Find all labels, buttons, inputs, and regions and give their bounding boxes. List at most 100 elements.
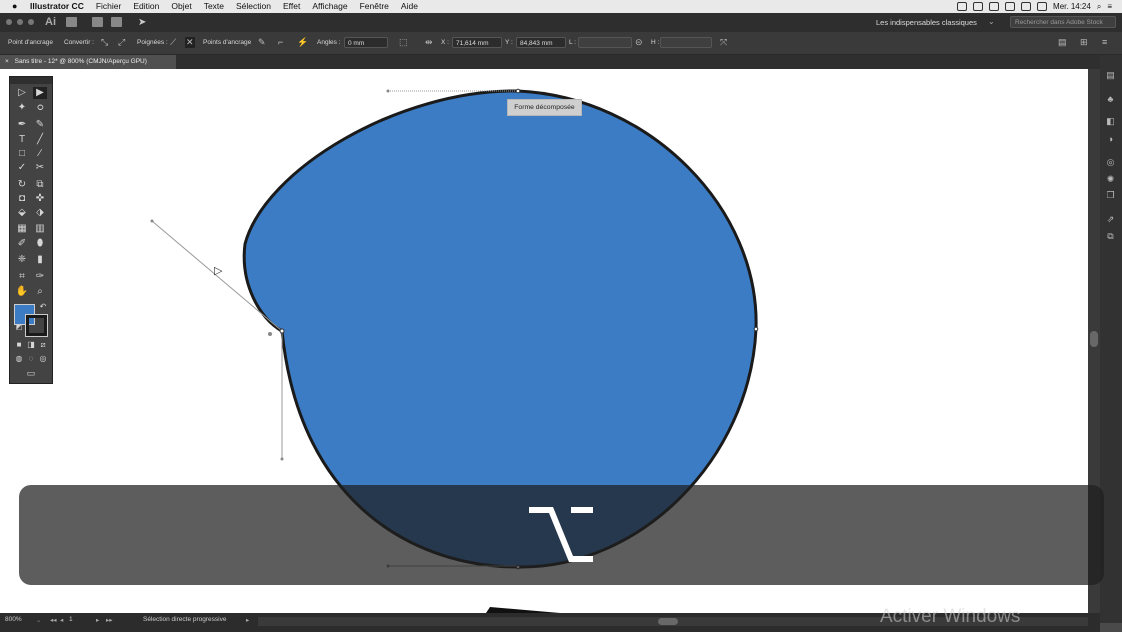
minimize-window-button[interactable] xyxy=(17,19,23,25)
arrange-documents-icon[interactable] xyxy=(111,17,122,27)
direct-selection-tool-icon[interactable]: ▶ xyxy=(33,87,47,99)
curvature-tool-icon[interactable]: ✎ xyxy=(33,119,47,131)
cloud-icon[interactable] xyxy=(973,2,984,11)
clock[interactable]: Mer. 14:24 xyxy=(1053,0,1091,13)
free-transform-tool-icon[interactable]: ✜ xyxy=(33,193,47,205)
paintbrush-tool-icon[interactable]: ∕ xyxy=(33,148,47,160)
menu-aide[interactable]: Aide xyxy=(401,0,418,13)
panel-toggle-icon[interactable]: ▤ xyxy=(1058,37,1067,48)
first-artboard-icon[interactable]: ◂◂ xyxy=(50,616,57,624)
isolate-icon[interactable]: ⤧ xyxy=(720,37,727,48)
artboard-tool-icon[interactable]: ⌗ xyxy=(15,271,29,283)
handle-point-left[interactable] xyxy=(386,89,390,93)
draw-inside-icon[interactable]: ◎ xyxy=(36,353,50,365)
rotate-tool-icon[interactable]: ↻ xyxy=(15,179,29,191)
tools-panel-grip[interactable] xyxy=(10,77,52,84)
convert-smooth-icon[interactable]: ⤢ xyxy=(118,37,125,48)
appearance-panel-icon[interactable]: ◎ xyxy=(1105,158,1116,167)
workspace-dropdown-icon[interactable]: ⌄ xyxy=(988,17,995,26)
bridge-icon[interactable] xyxy=(66,17,77,27)
menu-objet[interactable]: Objet xyxy=(171,0,191,13)
shaper-tool-icon[interactable]: ✓ xyxy=(15,162,29,174)
export-panel-icon[interactable]: ⇗ xyxy=(1105,215,1116,224)
menu-edition[interactable]: Edition xyxy=(133,0,159,13)
swap-fill-stroke-icon[interactable]: ↶ xyxy=(36,301,50,313)
stroke-swatch[interactable] xyxy=(25,314,48,337)
layers-panel-icon[interactable]: ❒ xyxy=(1105,191,1116,200)
live-paint-tool-icon[interactable]: ⬗ xyxy=(33,207,47,219)
hand-tool-icon[interactable]: ✋ xyxy=(15,286,29,298)
blend-tool-icon[interactable]: ⬮ xyxy=(33,238,47,250)
lasso-tool-icon[interactable]: ഠ xyxy=(33,102,47,114)
status-menu-icon[interactable]: ▸ xyxy=(246,616,249,624)
close-tab-icon[interactable]: × xyxy=(5,58,9,65)
scrollbar-thumb[interactable] xyxy=(1090,331,1098,347)
artboard-number[interactable]: 1 xyxy=(69,616,73,623)
anchor-point-corner[interactable] xyxy=(279,328,285,334)
horizontal-scrollbar-thumb[interactable] xyxy=(658,618,678,625)
screen-icon[interactable] xyxy=(957,2,968,11)
type-tool-icon[interactable]: T xyxy=(15,134,29,146)
close-window-button[interactable] xyxy=(6,19,12,25)
align-to-icon[interactable]: ⬚ xyxy=(399,37,408,48)
handle-point-vertical[interactable] xyxy=(280,457,284,461)
menu-selection[interactable]: Sélection xyxy=(236,0,271,13)
mesh-tool-icon[interactable]: ▥ xyxy=(33,223,47,235)
shape-builder-tool-icon[interactable]: ⬙ xyxy=(15,207,29,219)
battery-icon[interactable] xyxy=(1037,2,1048,11)
selection-tool-icon[interactable]: ▷ xyxy=(15,87,29,99)
symbol-sprayer-tool-icon[interactable]: ❈ xyxy=(15,254,29,266)
spotlight-icon[interactable]: ⌕ xyxy=(1097,0,1101,13)
line-tool-icon[interactable]: ╱ xyxy=(33,134,47,146)
hide-handles-icon[interactable]: ✕ xyxy=(185,37,195,48)
connect-anchor-icon[interactable]: ⌐ xyxy=(278,37,283,47)
perspective-grid-tool-icon[interactable]: ▦ xyxy=(15,223,29,235)
menu-fenetre[interactable]: Fenêtre xyxy=(360,0,389,13)
slice-tool-icon[interactable]: ✑ xyxy=(33,271,47,283)
gradient-panel-icon[interactable]: ◧ xyxy=(1105,117,1116,126)
handle-point-diagonal[interactable] xyxy=(150,219,154,223)
eyedropper-tool-icon[interactable]: ✐ xyxy=(15,238,29,250)
transparency-panel-icon[interactable]: ◑ xyxy=(1105,135,1116,144)
gpu-performance-icon[interactable]: ➤ xyxy=(138,17,149,28)
transform-icon[interactable]: ⇹ xyxy=(425,37,433,48)
constrain-proportions-icon[interactable]: ⊝ xyxy=(635,37,643,48)
dropbox-icon[interactable] xyxy=(989,2,1000,11)
x-input[interactable]: 71,614 mm xyxy=(452,37,502,48)
menu-fichier[interactable]: Fichier xyxy=(96,0,122,13)
rectangle-tool-icon[interactable]: □ xyxy=(15,148,29,160)
zoom-dropdown-icon[interactable]: ⌄ xyxy=(36,616,41,624)
control-bar-menu-icon[interactable]: ≡ xyxy=(1102,37,1107,47)
prev-artboard-icon[interactable]: ◂ xyxy=(60,616,63,624)
corners-input[interactable]: 0 mm xyxy=(344,37,388,48)
anchor-point-right[interactable] xyxy=(753,326,759,332)
apple-icon[interactable]: ● xyxy=(12,0,17,13)
magic-wand-tool-icon[interactable]: ✦ xyxy=(15,102,29,114)
notification-icon[interactable]: ≡ xyxy=(1107,0,1112,13)
zoom-level[interactable]: 800% xyxy=(5,616,22,623)
align-panel-icon[interactable]: ⊞ xyxy=(1080,37,1088,48)
menu-illustrator[interactable]: Illustrator CC xyxy=(30,0,84,13)
document-tab[interactable]: × Sans titre - 12* @ 800% (CMJN/Aperçu G… xyxy=(0,55,176,69)
scissors-tool-icon[interactable]: ✂ xyxy=(33,162,47,174)
cut-path-icon[interactable]: ⚡ xyxy=(297,37,308,48)
menu-effet[interactable]: Effet xyxy=(283,0,300,13)
stock-icon[interactable] xyxy=(92,17,103,27)
none-mode-icon[interactable]: ⧄ xyxy=(36,339,50,351)
default-colors-icon[interactable]: ◩ xyxy=(12,322,26,334)
y-input[interactable]: 84,843 mm xyxy=(516,37,566,48)
last-artboard-icon[interactable]: ▸▸ xyxy=(106,616,113,624)
graph-tool-icon[interactable]: ▮ xyxy=(33,254,47,266)
screen-mode-icon[interactable]: ▭ xyxy=(24,367,38,379)
workspace-switcher[interactable]: Les indispensables classiques xyxy=(876,18,977,27)
menu-affichage[interactable]: Affichage xyxy=(312,0,347,13)
width-input[interactable] xyxy=(578,37,632,48)
scale-tool-icon[interactable]: ⧉ xyxy=(33,179,47,191)
menu-texte[interactable]: Texte xyxy=(204,0,224,13)
pen-tool-icon[interactable]: ✒ xyxy=(15,119,29,131)
remove-anchor-icon[interactable]: ✎ xyxy=(258,37,266,48)
wifi-icon[interactable] xyxy=(1005,2,1016,11)
current-tool-status[interactable]: Sélection directe progressive xyxy=(143,616,226,623)
handle-point-small[interactable] xyxy=(268,332,272,336)
show-handles-icon[interactable]: ⟋ xyxy=(170,37,176,48)
